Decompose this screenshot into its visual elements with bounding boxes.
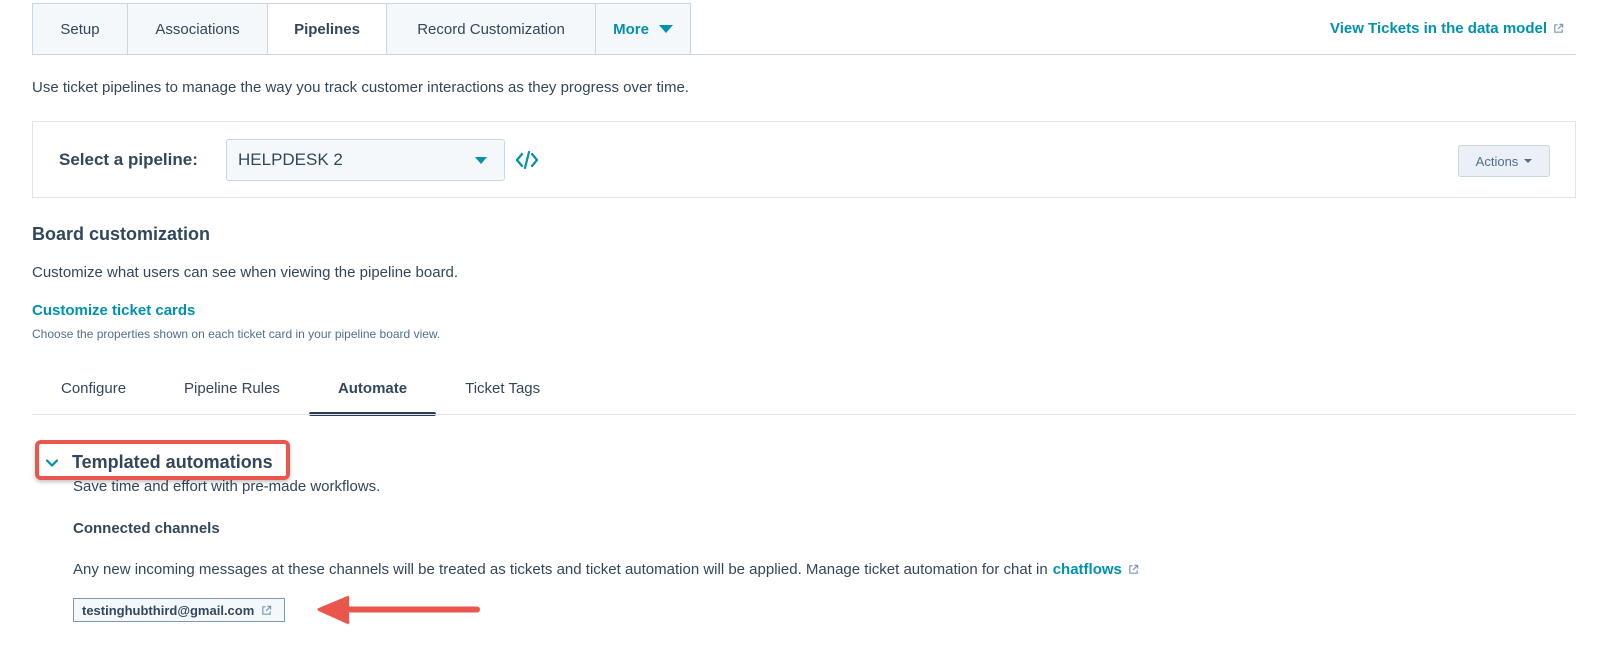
- code-embed-icon[interactable]: [515, 149, 539, 171]
- view-data-model-link[interactable]: View Tickets in the data model: [1330, 20, 1564, 37]
- top-tab-bar: Setup Associations Pipelines Record Cust…: [32, 3, 691, 55]
- pipeline-label: Select a pipeline:: [59, 150, 198, 169]
- templated-automations-description: Save time and effort with pre-made workf…: [73, 478, 381, 495]
- chatflows-label: chatflows: [1052, 561, 1122, 578]
- tab-divider: [32, 54, 1576, 55]
- external-link-icon: [1554, 23, 1564, 33]
- board-customization-description: Customize what users can see when viewin…: [32, 264, 459, 281]
- connected-channels-text: Any new incoming messages at these chann…: [73, 561, 1048, 578]
- chevron-down-icon: [46, 458, 58, 467]
- customize-ticket-cards-link[interactable]: Customize ticket cards: [32, 302, 195, 319]
- channel-email-label: testinghubthird@gmail.com: [82, 602, 255, 618]
- board-customization-title: Board customization: [32, 224, 211, 244]
- view-data-model-label: View Tickets in the data model: [1329, 20, 1547, 37]
- tab-automate[interactable]: Automate: [308, 368, 437, 416]
- tab-pipeline-rules[interactable]: Pipeline Rules: [155, 368, 309, 416]
- pipeline-select-value: HELPDESK 2: [238, 150, 343, 169]
- tab-configure[interactable]: Configure: [32, 368, 155, 416]
- actions-label: Actions: [1475, 153, 1519, 169]
- connected-channels-title: Connected channels: [73, 520, 220, 537]
- templated-automations-toggle[interactable]: Templated automations: [46, 452, 273, 473]
- caret-down-icon: [658, 25, 673, 33]
- external-link-icon: [1129, 564, 1139, 574]
- pipeline-select[interactable]: HELPDESK 2: [226, 139, 505, 181]
- external-link-icon: [262, 605, 272, 615]
- arrow-left-icon: [317, 595, 480, 625]
- pipeline-panel: Select a pipeline: HELPDESK 2 Actions: [32, 121, 1576, 198]
- tab-record-customization[interactable]: Record Customization: [387, 3, 596, 55]
- tab-setup[interactable]: Setup: [32, 3, 128, 55]
- sub-tab-divider: [32, 414, 1576, 415]
- sub-tab-bar: Configure Pipeline Rules Automate Ticket…: [32, 368, 569, 416]
- tab-more[interactable]: More: [596, 3, 691, 55]
- connected-channels-description: Any new incoming messages at these chann…: [73, 561, 1139, 578]
- intro-text: Use ticket pipelines to manage the way y…: [32, 79, 689, 96]
- chatflows-link[interactable]: chatflows: [1053, 561, 1139, 578]
- tab-more-label: More: [613, 20, 649, 38]
- tab-pipelines[interactable]: Pipelines: [268, 3, 387, 55]
- tab-ticket-tags[interactable]: Ticket Tags: [436, 368, 569, 416]
- customize-ticket-cards-description: Choose the properties shown on each tick…: [32, 327, 441, 341]
- templated-automations-title: Templated automations: [72, 452, 273, 472]
- tab-associations[interactable]: Associations: [128, 3, 268, 55]
- actions-button[interactable]: Actions: [1458, 145, 1550, 177]
- connected-channel-email-chip[interactable]: testinghubthird@gmail.com: [73, 598, 286, 622]
- caret-down-icon: [475, 157, 487, 164]
- caret-down-icon: [1524, 159, 1533, 163]
